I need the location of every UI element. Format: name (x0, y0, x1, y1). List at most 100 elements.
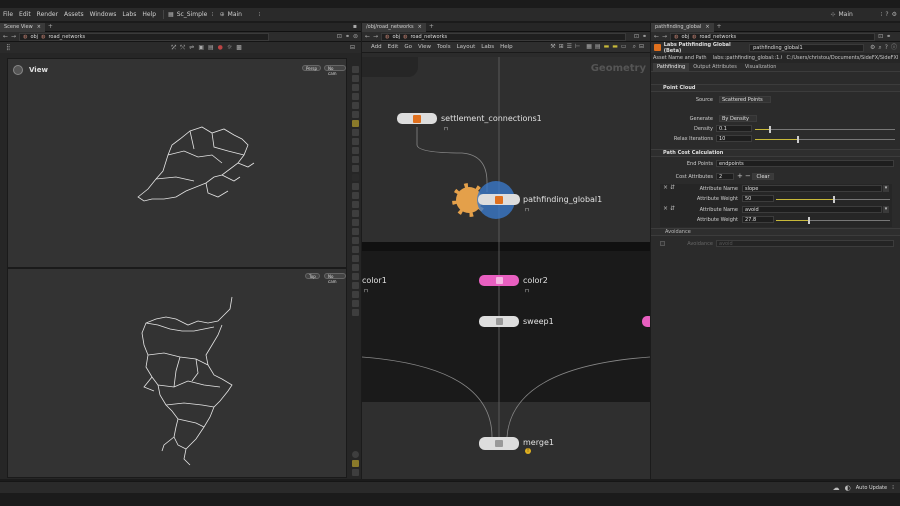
node-merge[interactable] (479, 437, 519, 450)
attr2-dropdown-icon[interactable]: ▾ (883, 206, 889, 213)
note-icon[interactable]: ▬ (604, 43, 610, 51)
warning-icon[interactable]: ! (525, 448, 531, 454)
node-sweep[interactable] (479, 316, 519, 327)
net-menu-help[interactable]: Help (497, 44, 516, 50)
shaded-icon[interactable] (351, 138, 359, 145)
normals-icon[interactable] (351, 111, 359, 118)
avoidance-field[interactable]: avoid (716, 240, 894, 247)
node-settlement-connections[interactable] (397, 113, 437, 124)
wireframe-icon[interactable] (351, 129, 359, 136)
layout-icon[interactable] (351, 460, 359, 467)
attr2-slider-knob[interactable] (807, 217, 810, 224)
tool-l-icon[interactable] (351, 300, 359, 307)
select-tool-icon[interactable]: ⤱ (172, 44, 177, 52)
tool-f-icon[interactable] (351, 246, 359, 253)
node-color2[interactable] (479, 275, 519, 286)
shelf-dropdown-icon[interactable]: ⁝ (259, 11, 261, 19)
tool-j-icon[interactable] (351, 282, 359, 289)
pane-options-icon[interactable]: ⊜ (353, 33, 358, 41)
link-icon[interactable]: ⚭ (345, 33, 350, 41)
density-slider-knob[interactable] (769, 126, 771, 133)
auto-update-dropdown-icon[interactable]: ⁝ (892, 484, 894, 491)
viewport-perspective[interactable]: View Persp No cam (7, 58, 347, 268)
network-box-icon[interactable]: ▭ (621, 43, 627, 51)
tool-g-icon[interactable] (351, 255, 359, 262)
attr1-dropdown-icon[interactable]: ▾ (883, 185, 889, 192)
pin-icon[interactable]: ⊡ (878, 33, 883, 41)
attr1-weight-field[interactable]: 50 (742, 195, 774, 202)
info-icon[interactable]: ⓘ (891, 44, 897, 52)
link-icon[interactable]: ⚭ (642, 33, 647, 41)
pen-icon[interactable] (351, 192, 359, 199)
lock-icon[interactable] (351, 84, 359, 91)
tool-e-icon[interactable] (351, 237, 359, 244)
help-icon[interactable]: ? (885, 44, 888, 52)
relax-slider-knob[interactable] (797, 136, 799, 143)
net-menu-edit[interactable]: Edit (385, 44, 402, 50)
pane-menu-icon[interactable]: ▪ (353, 23, 357, 31)
visibility-icon[interactable] (351, 75, 359, 82)
tab-network[interactable]: /obj/road_networks × (362, 22, 426, 32)
link-icon[interactable]: ⚭ (886, 33, 891, 41)
desktop-dropdown-icon[interactable]: ⁝ (212, 11, 214, 19)
handle-tool-icon[interactable]: ⇌ (189, 44, 194, 52)
display-options-icon[interactable] (351, 66, 359, 73)
ghost-icon[interactable] (351, 93, 359, 100)
asset-name-label[interactable]: Asset Name and Path (653, 55, 709, 61)
pin-icon[interactable]: ⊡ (337, 33, 342, 41)
add-attr-icon[interactable]: + (737, 172, 743, 180)
network-path-field[interactable]: ◍ obj ◍ road_networks (381, 32, 627, 41)
desktop-selector[interactable]: Sc_Simple (174, 11, 212, 18)
info-icon[interactable] (351, 451, 359, 458)
tool-a-icon[interactable] (351, 201, 359, 208)
forward-icon[interactable]: → (11, 33, 16, 41)
performance-icon[interactable]: ◐ (845, 484, 851, 492)
clear-button[interactable]: Clear (752, 173, 774, 180)
cost-attr-count[interactable]: 2 (716, 173, 734, 180)
forward-icon[interactable]: → (662, 33, 667, 41)
right-main-selector[interactable]: Main (836, 11, 881, 18)
menu-render[interactable]: Render (34, 11, 61, 18)
gear-icon[interactable]: ⚙ (870, 44, 875, 52)
thumbnail-icon[interactable]: ▦ (586, 43, 592, 51)
relax-field[interactable]: 10 (716, 135, 752, 142)
back-icon[interactable]: ← (365, 33, 370, 41)
tab-close-icon[interactable]: × (37, 24, 41, 30)
tool-h-icon[interactable] (351, 264, 359, 271)
camera-icon[interactable]: ▩ (236, 44, 242, 52)
back-icon[interactable]: ← (654, 33, 659, 41)
tab-pathfinding[interactable]: Pathfinding (653, 63, 690, 71)
snapshot-icon[interactable]: ▣ (198, 44, 204, 52)
add-tab-icon[interactable]: + (429, 23, 434, 31)
record-icon[interactable]: ● (218, 44, 223, 52)
tab-scene-view[interactable]: Scene View × (0, 22, 45, 32)
tab-output-attributes[interactable]: Output Attributes (689, 63, 741, 71)
net-menu-layout[interactable]: Layout (454, 44, 479, 50)
generate-dropdown[interactable]: By Density (719, 115, 757, 122)
sticky-icon[interactable]: ▬ (612, 43, 618, 51)
section-path-cost[interactable]: Path Cost Calculation (651, 149, 900, 157)
section-point-cloud[interactable]: Point Cloud (651, 84, 900, 92)
scene-path-field[interactable]: ◍ obj ◍ road_networks (19, 32, 270, 41)
net-menu-tools[interactable]: Tools (434, 44, 454, 50)
add-tab-icon[interactable]: + (717, 23, 722, 31)
remove-instance-1-icon[interactable]: × (663, 184, 668, 191)
tool-d-icon[interactable] (351, 228, 359, 235)
net-menu-go[interactable]: Go (401, 44, 415, 50)
tree-icon[interactable]: ⊢ (575, 43, 580, 51)
grid-toggle-icon[interactable]: ⊞ (559, 43, 564, 51)
transform-tool-icon[interactable]: ⤲ (180, 44, 185, 52)
network-settings-icon[interactable]: ⊟ (639, 43, 644, 51)
source-dropdown[interactable]: Scattered Points (719, 96, 771, 103)
tool-c-icon[interactable] (351, 219, 359, 226)
help-icon[interactable]: ? (885, 11, 888, 19)
menu-labs[interactable]: Labs (119, 11, 139, 18)
dot-icon[interactable] (351, 174, 359, 181)
density-field[interactable]: 0.1 (716, 125, 752, 132)
tab-visualization[interactable]: Visualization (741, 63, 781, 71)
reorder-instance-2-icon[interactable]: ⇵ (670, 205, 675, 212)
tab-params[interactable]: pathfinding_global × (651, 22, 714, 32)
light-bulb-icon[interactable] (351, 120, 359, 127)
node-offscreen-color[interactable] (642, 316, 650, 327)
menu-help[interactable]: Help (139, 11, 159, 18)
